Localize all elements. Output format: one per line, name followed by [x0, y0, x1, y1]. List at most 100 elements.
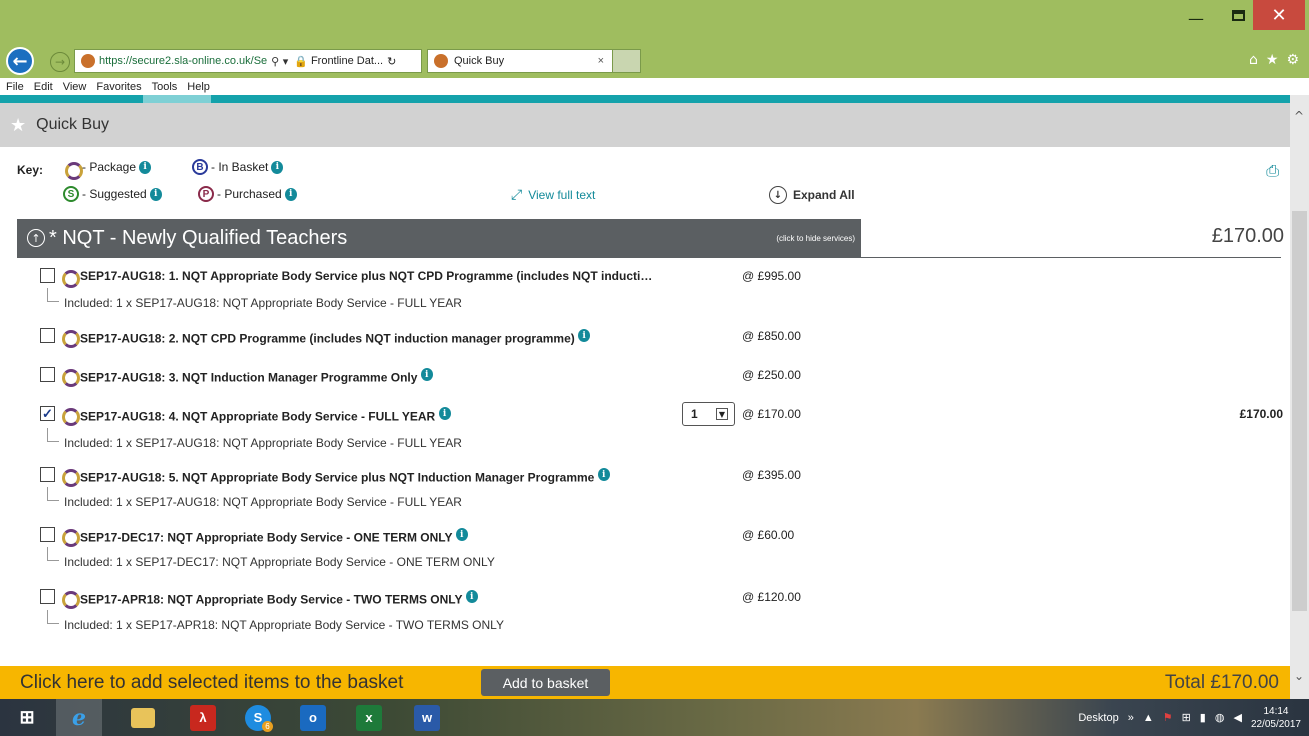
menu-favorites[interactable]: Favorites: [96, 81, 141, 93]
settings-gear-icon[interactable]: ⚙: [1286, 52, 1299, 68]
system-tray: Desktop » ▲ ⚑ ⊞ ▮ ◍ ◀ 14:14 22/05/2017: [1078, 699, 1301, 736]
service-row: SEP17-AUG18: 3. NQT Induction Manager Pr…: [0, 362, 1290, 387]
close-window-button[interactable]: ✕: [1253, 0, 1305, 30]
site-identity-label[interactable]: Frontline Dat...: [311, 55, 383, 67]
back-button[interactable]: ←: [6, 47, 34, 75]
service-row: SEP17-DEC17: NQT Appropriate Body Servic…: [0, 522, 1290, 547]
package-icon: [60, 267, 80, 288]
info-icon[interactable]: i: [420, 368, 433, 381]
scroll-down-icon[interactable]: ⌄: [1294, 669, 1304, 683]
minimize-button[interactable]: —: [1173, 0, 1219, 30]
item-name: SEP17-AUG18: 4. NQT Appropriate Body Ser…: [80, 407, 451, 424]
add-to-basket-button[interactable]: Add to basket: [481, 669, 610, 696]
menu-help[interactable]: Help: [187, 81, 210, 93]
group-name: * NQT - Newly Qualified Teachers: [49, 226, 348, 249]
item-name-text: SEP17-AUG18: 4. NQT Appropriate Body Ser…: [80, 409, 436, 424]
favorites-star-icon[interactable]: ★: [1266, 52, 1279, 68]
network-tray-icon[interactable]: ⊞: [1182, 711, 1191, 724]
tab-quick-buy[interactable]: Quick Buy ×: [427, 49, 613, 73]
tree-connector: [47, 288, 59, 302]
item-price: @ £170.00: [742, 407, 801, 421]
quantity-select[interactable]: 1 ▼: [682, 402, 735, 426]
forward-button[interactable]: →: [50, 52, 70, 72]
item-checkbox[interactable]: [40, 527, 55, 542]
tree-connector: [47, 547, 59, 561]
item-checkbox[interactable]: [40, 367, 55, 382]
system-clock[interactable]: 14:14 22/05/2017: [1251, 705, 1301, 731]
show-hidden-icons-icon[interactable]: ▲: [1143, 712, 1154, 724]
vertical-scrollbar[interactable]: ^ ⌄: [1290, 95, 1309, 699]
address-bar[interactable]: https://secure2.sla-online.co.uk/Se ⚲ ▾ …: [74, 49, 422, 73]
wifi-icon[interactable]: ◍: [1215, 711, 1225, 724]
address-url[interactable]: https://secure2.sla-online.co.uk/Se: [99, 55, 267, 67]
item-name-text: SEP17-AUG18: 5. NQT Appropriate Body Ser…: [80, 470, 595, 485]
package-icon: [60, 588, 80, 609]
group-header-nqt[interactable]: ↑ * NQT - Newly Qualified Teachers (clic…: [17, 219, 861, 257]
purchased-icon: P: [198, 186, 214, 202]
expand-all-link[interactable]: ↓ Expand All: [769, 186, 855, 204]
taskbar-internet-explorer[interactable]: e: [56, 699, 102, 736]
battery-icon[interactable]: ▮: [1200, 711, 1206, 724]
quantity-value: 1: [691, 407, 698, 421]
refresh-icon[interactable]: ↻: [387, 55, 396, 68]
menu-view[interactable]: View: [63, 81, 87, 93]
included-line: Included: 1 x SEP17-AUG18: NQT Appropria…: [0, 428, 1290, 454]
printer-icon[interactable]: ⎙: [1266, 161, 1279, 181]
menu-tools[interactable]: Tools: [152, 81, 178, 93]
chevron-right-icon[interactable]: »: [1128, 712, 1134, 724]
info-icon[interactable]: i: [139, 160, 152, 174]
scroll-up-icon[interactable]: ^: [1294, 109, 1304, 123]
menu-edit[interactable]: Edit: [34, 81, 53, 93]
item-checkbox[interactable]: [40, 328, 55, 343]
item-name-text: SEP17-AUG18: 2. NQT CPD Programme (inclu…: [80, 331, 575, 346]
group-divider: [17, 257, 1281, 258]
service-row: SEP17-APR18: NQT Appropriate Body Servic…: [0, 584, 1290, 609]
item-name-text: SEP17-APR18: NQT Appropriate Body Servic…: [80, 592, 463, 607]
key-in-basket-label: - In Basket: [211, 160, 269, 174]
package-icon: [60, 366, 80, 387]
item-name: SEP17-AUG18: 2. NQT CPD Programme (inclu…: [80, 329, 591, 346]
info-icon[interactable]: i: [438, 407, 451, 420]
collapse-arrow-icon[interactable]: ↑: [27, 229, 45, 247]
info-icon[interactable]: i: [455, 528, 468, 541]
item-checkbox[interactable]: [40, 467, 55, 482]
info-icon[interactable]: i: [149, 187, 162, 201]
info-icon[interactable]: i: [465, 590, 478, 603]
site-nav-strip: [0, 95, 1290, 103]
item-price: @ £850.00: [742, 329, 801, 343]
info-icon[interactable]: i: [578, 329, 591, 342]
start-button[interactable]: ⊞: [4, 699, 50, 736]
taskbar-skype[interactable]: S 6: [235, 699, 281, 736]
menu-file[interactable]: File: [6, 81, 24, 93]
tree-connector: [47, 487, 59, 501]
basket-bar: Click here to add selected items to the …: [0, 666, 1290, 699]
desktop-toolbar-label[interactable]: Desktop: [1078, 712, 1118, 724]
tab-close-icon[interactable]: ×: [598, 55, 604, 67]
taskbar-excel[interactable]: x: [346, 699, 392, 736]
info-icon[interactable]: i: [271, 160, 284, 174]
taskbar-acrobat[interactable]: λ: [180, 699, 226, 736]
taskbar-file-explorer[interactable]: [120, 699, 166, 736]
info-icon[interactable]: i: [284, 187, 297, 201]
group-hide-hint[interactable]: (click to hide services): [776, 234, 855, 243]
key-label: Key:: [17, 163, 44, 177]
item-price: @ £995.00: [742, 269, 801, 283]
item-checkbox[interactable]: [40, 589, 55, 604]
home-icon[interactable]: ⌂: [1249, 52, 1258, 68]
suggested-icon: S: [63, 186, 79, 202]
search-icon[interactable]: ⚲ ▾: [271, 55, 288, 68]
new-tab-button[interactable]: [613, 49, 641, 73]
service-row: SEP17-AUG18: 1. NQT Appropriate Body Ser…: [0, 263, 1290, 288]
action-center-flag-icon[interactable]: ⚑: [1163, 711, 1173, 724]
info-icon[interactable]: i: [597, 468, 610, 481]
taskbar-outlook[interactable]: o: [290, 699, 336, 736]
volume-icon[interactable]: ◀: [1233, 711, 1241, 724]
item-name-text: SEP17-AUG18: 3. NQT Induction Manager Pr…: [80, 370, 418, 385]
package-icon: [60, 466, 80, 487]
included-line: Included: 1 x SEP17-APR18: NQT Appropria…: [0, 610, 1290, 636]
item-checkbox[interactable]: [40, 268, 55, 283]
view-full-text-link[interactable]: ⤢ View full text: [511, 187, 595, 203]
taskbar-word[interactable]: w: [404, 699, 450, 736]
item-checkbox-checked[interactable]: ✓: [40, 406, 55, 421]
scrollbar-thumb[interactable]: [1292, 211, 1307, 611]
